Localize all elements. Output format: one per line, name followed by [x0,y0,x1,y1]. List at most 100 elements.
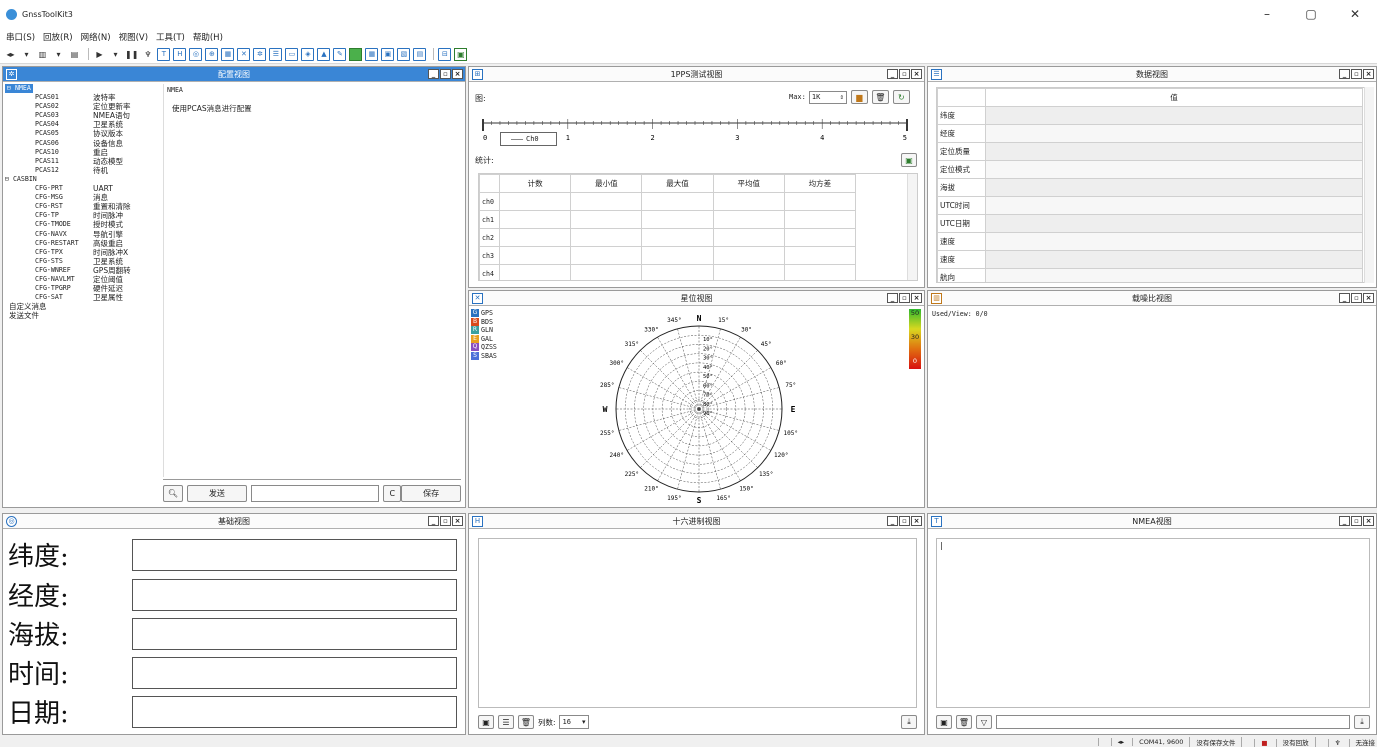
location-icon[interactable]: ◈ [301,47,315,61]
tree-item[interactable]: CFG-MSG 消息 [5,193,161,202]
close-button[interactable]: ✕ [1333,0,1377,28]
tree-item[interactable]: PCAS10 重启 [5,148,161,157]
basic-view-icon[interactable]: ◎ [189,47,203,61]
trash-icon[interactable]: 🗑︎ [518,715,534,729]
max-input[interactable]: 1K ⇕ [808,90,847,104]
minimize-button[interactable]: – [1245,0,1289,28]
list-mode-icon[interactable]: ☰ [498,715,514,729]
column-header[interactable]: 均方差 [783,174,857,193]
tree-item[interactable]: CFG-TMODE 授时模式 [5,220,161,229]
save-icon[interactable]: ▤ [68,48,81,61]
baud-icon[interactable]: ▥ [36,48,49,61]
filter-input[interactable] [996,715,1350,729]
column-header[interactable]: 最大值 [641,174,714,193]
map-icon[interactable]: ▧ [397,47,411,61]
refresh-icon[interactable]: ↻ [892,90,910,104]
menu-network[interactable]: 网络(N) [81,31,111,43]
gear-icon[interactable]: ✲ [253,47,267,61]
nmea-text-area[interactable]: | [936,538,1370,708]
download-icon[interactable]: ⤓ [1354,715,1370,729]
filter-icon[interactable]: ▽ [976,715,992,729]
network-icon[interactable]: ♆ [141,48,154,61]
menu-view[interactable]: 视图(V) [119,31,148,43]
column-header[interactable] [479,174,501,193]
tree-item[interactable]: CFG-PRT UART [5,184,161,193]
minimize-panel-button[interactable]: _ [1339,516,1350,526]
float-panel-button[interactable]: ▫ [440,69,451,79]
hex-text-area[interactable] [478,538,917,708]
tree-item[interactable]: 发送文件 [5,311,161,320]
pause-log-icon[interactable]: ▣ [936,715,952,729]
column-header[interactable]: 最小值 [570,174,643,193]
minimize-panel-button[interactable]: _ [428,516,439,526]
send-button[interactable]: 发送 [186,484,247,502]
tree-item[interactable]: ⊟ NMEA [5,84,161,94]
close-panel-button[interactable]: × [911,516,922,526]
tree-item[interactable]: CFG-NAVX 导航引擎 [5,230,161,239]
menu-playback[interactable]: 回放(R) [43,31,73,43]
minimize-panel-button[interactable]: _ [1339,293,1350,303]
trash-icon[interactable]: 🗑︎ [956,715,972,729]
minimize-panel-button[interactable]: _ [428,69,439,79]
hex-mode-icon[interactable]: ▣ [478,715,494,729]
layout-icon[interactable]: ⊟ [438,47,452,61]
grid-icon[interactable]: ▦ [365,47,379,61]
tree-item[interactable]: CFG-STS 卫星系统 [5,257,161,266]
value-column-header[interactable]: 值 [985,88,1363,107]
tree-item[interactable]: PCAS06 设备信息 [5,139,161,148]
system-legend-item[interactable]: B BDS [471,317,497,327]
command-input[interactable] [250,484,380,502]
close-panel-button[interactable]: × [911,69,922,79]
play-icon[interactable]: ▶ [93,48,106,61]
satellite-icon[interactable]: ✕ [237,47,251,61]
export-icon[interactable]: ▣ [901,153,917,167]
pause-icon[interactable]: ❚❚ [125,48,138,61]
tree-item[interactable]: CFG-RESTART 高级重启 [5,239,161,248]
tree-item[interactable]: 自定义消息 [5,302,161,311]
close-panel-button[interactable]: × [452,516,463,526]
float-panel-button[interactable]: ▫ [899,516,910,526]
antenna-icon[interactable]: ▲ [317,47,331,61]
text-view-icon[interactable]: T [157,47,171,61]
close-panel-button[interactable]: × [452,69,463,79]
minimize-panel-button[interactable]: _ [887,69,898,79]
spinner-icon[interactable]: ⇕ [840,93,846,101]
camera-icon[interactable]: ▆ [850,90,868,104]
connect-icon[interactable]: ◂▸ [4,48,17,61]
menu-tools[interactable]: 工具(T) [156,31,185,43]
tree-item[interactable]: CFG-WNREF GPS周翻转 [5,266,161,275]
cols-select[interactable]: 16 ▾ [558,715,589,729]
panel-icon[interactable]: ▤ [413,47,427,61]
console-icon[interactable]: ▭ [285,47,299,61]
tree-item[interactable]: PCAS04 卫星系统 [5,120,161,129]
system-legend-item[interactable]: G GPS [471,309,497,318]
menu-serial[interactable]: 串口(S) [6,31,35,43]
tree-item[interactable]: CFG-NAVLMT 定位阈值 [5,275,161,284]
close-panel-button[interactable]: × [1363,69,1374,79]
system-legend-item[interactable]: R GLN [471,326,497,335]
tree-item[interactable]: CFG-SAT 卫星属性 [5,293,161,302]
tree-item[interactable]: PCAS05 协议版本 [5,129,161,138]
tool-icon[interactable]: ✎ [333,47,347,61]
stats-scrollbar[interactable] [907,174,917,280]
close-panel-button[interactable]: × [1363,516,1374,526]
tree-item[interactable]: CFG-TPX 时间脉冲X [5,248,161,257]
tree-item[interactable]: PCAS01 波特率 [5,93,161,102]
data-scrollbar[interactable] [1364,87,1374,283]
float-panel-button[interactable]: ▫ [1351,516,1362,526]
tree-item[interactable]: PCAS02 定位更新率 [5,102,161,111]
export-icon[interactable]: ▣ [454,47,468,61]
float-panel-button[interactable]: ▫ [899,69,910,79]
tree-item[interactable]: PCAS11 动态模型 [5,157,161,166]
float-panel-button[interactable]: ▫ [440,516,451,526]
hex-view-icon[interactable]: H [173,47,187,61]
float-panel-button[interactable]: ▫ [1351,69,1362,79]
close-panel-button[interactable]: × [911,293,922,303]
dropdown-icon[interactable]: ▾ [52,48,65,61]
tree-item[interactable]: ⊟ CASBIN [5,175,161,184]
green-square-icon[interactable] [349,47,363,61]
clear-icon[interactable]: C [383,484,402,502]
trash-icon[interactable]: 🗑︎ [871,90,889,104]
menu-help[interactable]: 帮助(H) [193,31,223,43]
column-header[interactable]: 平均值 [712,174,785,193]
